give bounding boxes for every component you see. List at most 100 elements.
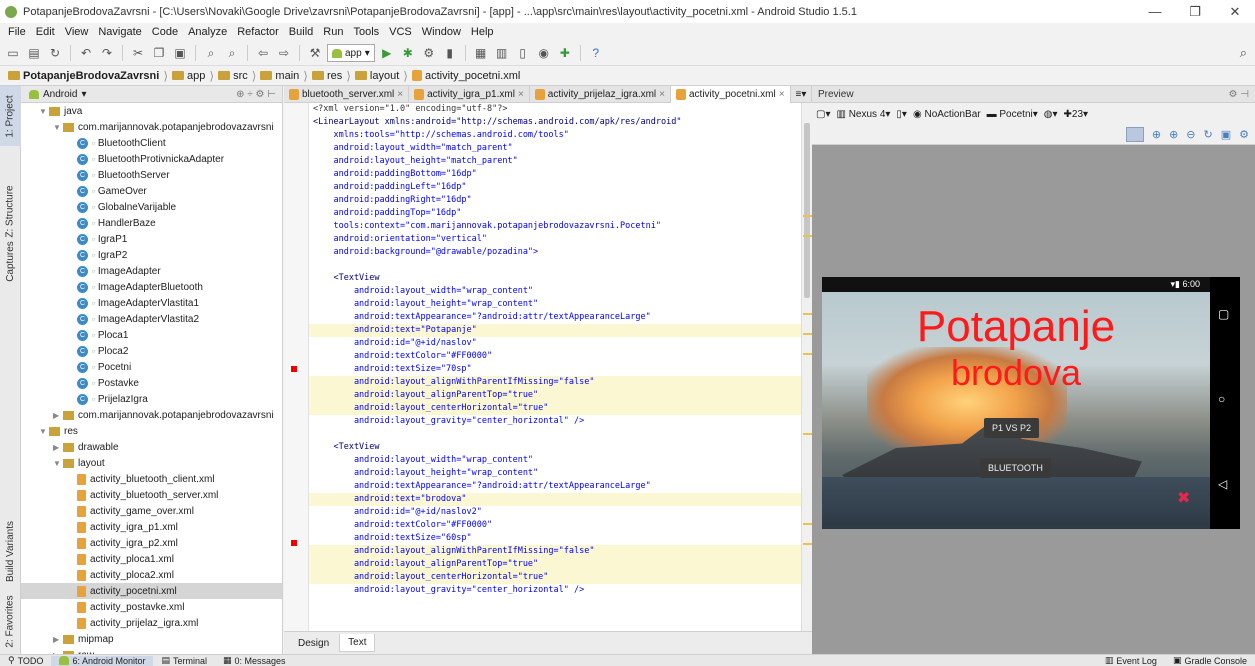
file-item[interactable]: activity_postavke.xml <box>21 599 282 615</box>
make-project-icon[interactable]: ⚒ <box>306 44 324 62</box>
menu-edit[interactable]: Edit <box>32 26 61 38</box>
api-level-select[interactable]: ✚23▾ <box>1064 109 1089 120</box>
tab-captures[interactable]: Captures <box>0 226 21 296</box>
menu-view[interactable]: View <box>61 26 95 38</box>
theme-select[interactable]: ◉ NoActionBar <box>913 109 981 120</box>
cut-icon[interactable]: ✂ <box>129 44 147 62</box>
back-nav-icon[interactable]: ◁ <box>1218 477 1227 491</box>
class-item[interactable]: C ▫ ImageAdapterVlastita2 <box>21 311 282 327</box>
breadcrumb-item[interactable]: PotapanjeBrodovaZavrsni <box>4 70 163 82</box>
zoom-in-icon[interactable]: ⊕ <box>1169 128 1178 141</box>
run-config-select[interactable]: app ▾ <box>327 44 375 62</box>
class-item[interactable]: C ▫ BluetoothProtivnickaAdapter <box>21 151 282 167</box>
breadcrumb-item[interactable]: res <box>308 70 346 82</box>
folder-item[interactable]: ▶raw <box>21 647 282 654</box>
sdk-manager-icon[interactable]: ▮ <box>441 44 459 62</box>
screenshot-icon[interactable]: ▣ <box>1221 128 1231 141</box>
menu-help[interactable]: Help <box>467 26 500 38</box>
folder-item[interactable]: ▼ java <box>21 103 282 119</box>
expand-arrow-icon[interactable]: ▶ <box>53 635 63 644</box>
file-item[interactable]: activity_game_over.xml <box>21 503 282 519</box>
avd-manager-icon[interactable]: ▯ <box>514 44 532 62</box>
menu-window[interactable]: Window <box>418 26 467 38</box>
close-icon[interactable]: × <box>659 89 665 100</box>
menu-code[interactable]: Code <box>148 26 184 38</box>
maximize-button[interactable]: ❐ <box>1175 0 1215 23</box>
sync-gradle-icon[interactable]: ▥ <box>493 44 511 62</box>
save-icon[interactable]: ▤ <box>25 44 43 62</box>
file-item[interactable]: activity_bluetooth_server.xml <box>21 487 282 503</box>
paste-icon[interactable]: ▣ <box>171 44 189 62</box>
file-item[interactable]: activity_ploca2.xml <box>21 567 282 583</box>
class-item[interactable]: C ▫ ImageAdapterBluetooth <box>21 279 282 295</box>
tab-activity_igra_p1-xml[interactable]: activity_igra_p1.xml × <box>409 85 530 103</box>
layout-options-icon[interactable]: ▢▾ <box>816 109 830 120</box>
activity-select[interactable]: ▬ Pocetni▾ <box>987 109 1038 120</box>
minimize-button[interactable]: — <box>1135 0 1175 23</box>
tab-activity_pocetni-xml[interactable]: activity_pocetni.xml × <box>671 85 791 103</box>
file-item[interactable]: activity_prijelaz_igra.xml <box>21 615 282 631</box>
class-item[interactable]: C ▫ Ploca2 <box>21 343 282 359</box>
device-select[interactable]: ▥ Nexus 4▾ <box>836 109 890 120</box>
folder-item[interactable]: ▶ drawable <box>21 439 282 455</box>
home-icon[interactable]: ○ <box>1218 392 1225 406</box>
tab-text[interactable]: Text <box>339 634 376 652</box>
menu-refactor[interactable]: Refactor <box>233 26 285 38</box>
close-icon[interactable]: × <box>397 89 403 100</box>
expand-arrow-icon[interactable]: ▼ <box>39 107 49 116</box>
zoom-actual-icon[interactable]: ⊕ <box>1152 128 1161 141</box>
locale-icon[interactable]: ◍▾ <box>1044 109 1058 120</box>
android-device-monitor-icon[interactable]: ◉ <box>535 44 553 62</box>
editor-scrollbar[interactable] <box>801 103 812 631</box>
tab-design[interactable]: Design <box>290 635 337 652</box>
file-item[interactable]: activity_igra_p2.xml <box>21 535 282 551</box>
expand-arrow-icon[interactable]: ▶ <box>53 411 63 420</box>
warning-stripe[interactable] <box>803 543 812 545</box>
breadcrumb-item[interactable]: src <box>214 70 252 82</box>
p1-vs-p2-button[interactable]: P1 VS P2 <box>984 418 1040 438</box>
back-icon[interactable]: ⇦ <box>254 44 272 62</box>
file-item[interactable]: activity_ploca1.xml <box>21 551 282 567</box>
class-item[interactable]: C ▫ PrijelazIgra <box>21 391 282 407</box>
menu-navigate[interactable]: Navigate <box>94 26 147 38</box>
class-item[interactable]: C ▫ HandlerBaze <box>21 215 282 231</box>
warning-stripe[interactable] <box>803 333 812 335</box>
folder-item[interactable]: ▼ res <box>21 423 282 439</box>
class-item[interactable]: C ▫ IgraP1 <box>21 231 282 247</box>
project-view-selector[interactable]: Android ▾ ⊕ ÷ ⚙ ⊢ <box>21 86 282 103</box>
breadcrumb-item[interactable]: app <box>168 70 209 82</box>
gradle-console-tab[interactable]: ▣ Gradle Console <box>1165 655 1255 666</box>
tab-project[interactable]: 1: Project <box>0 86 21 146</box>
error-marker-icon[interactable] <box>291 366 297 372</box>
undo-icon[interactable]: ↶ <box>77 44 95 62</box>
file-item[interactable]: activity_bluetooth_client.xml <box>21 471 282 487</box>
tab-bluetooth_server-xml[interactable]: bluetooth_server.xml × <box>284 85 410 103</box>
menu-run[interactable]: Run <box>319 26 349 38</box>
refresh-icon[interactable]: ↻ <box>1204 128 1213 141</box>
redo-icon[interactable]: ↷ <box>98 44 116 62</box>
expand-arrow-icon[interactable]: ▶ <box>53 443 63 452</box>
error-marker-icon[interactable] <box>291 540 297 546</box>
close-icon[interactable]: × <box>518 89 524 100</box>
tab-build-variants[interactable]: Build Variants <box>0 506 21 596</box>
open-folder-icon[interactable]: ▭ <box>4 44 22 62</box>
folder-item[interactable]: ▼ layout <box>21 455 282 471</box>
menu-tools[interactable]: Tools <box>349 26 385 38</box>
help-icon[interactable]: ? <box>587 44 605 62</box>
menu-analyze[interactable]: Analyze <box>184 26 233 38</box>
menu-build[interactable]: Build <box>285 26 319 38</box>
class-item[interactable]: C ▫ ImageAdapter <box>21 263 282 279</box>
tab-favorites[interactable]: 2: Favorites <box>0 586 21 656</box>
warning-stripe[interactable] <box>803 215 812 217</box>
copy-icon[interactable]: ❐ <box>150 44 168 62</box>
class-item[interactable]: C ▫ Ploca1 <box>21 327 282 343</box>
bluetooth-button[interactable]: BLUETOOTH <box>980 458 1051 478</box>
folder-item[interactable]: ▶ mipmap <box>21 631 282 647</box>
debug-icon[interactable]: ✱ <box>399 44 417 62</box>
breadcrumb-item[interactable]: activity_pocetni.xml <box>408 70 524 82</box>
replace-icon[interactable]: ⌕ <box>223 44 241 62</box>
zoom-fit-icon[interactable] <box>1125 127 1144 142</box>
event-log-tab[interactable]: ▥ Event Log <box>1097 655 1165 666</box>
code-editor[interactable]: <?xml version="1.0" encoding="utf-8"?> <L… <box>309 103 801 631</box>
class-item[interactable]: C ▫ Pocetni <box>21 359 282 375</box>
